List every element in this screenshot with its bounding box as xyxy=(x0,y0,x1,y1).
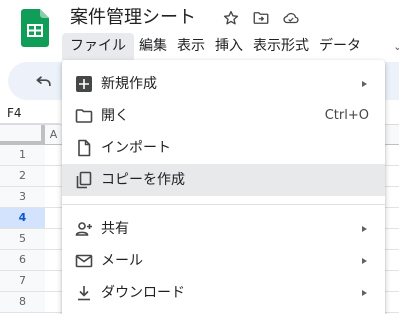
column-header[interactable] xyxy=(384,125,399,145)
undo-icon[interactable] xyxy=(34,71,54,91)
submenu-arrow-icon xyxy=(362,81,367,87)
file-icon xyxy=(78,139,91,157)
shortcut-label: Ctrl+O xyxy=(324,108,369,123)
menu-item-new[interactable]: 新規作成 xyxy=(62,68,385,100)
copy-icon xyxy=(76,171,92,189)
row-header-1[interactable]: 1 xyxy=(0,145,45,166)
row-header-2[interactable]: 2 xyxy=(0,166,45,187)
person-add-icon xyxy=(75,222,92,236)
menu-item-label: 新規作成 xyxy=(101,76,157,92)
star-icon[interactable] xyxy=(222,9,240,27)
move-to-folder-icon[interactable] xyxy=(252,9,270,27)
submenu-arrow-icon xyxy=(362,290,367,296)
row-headers: 1 2 3 4 5 6 7 8 xyxy=(0,145,45,313)
new-spreadsheet-icon xyxy=(76,76,92,92)
row-header-5[interactable]: 5 xyxy=(0,229,45,250)
submenu-arrow-icon xyxy=(362,258,367,264)
menu-item-open[interactable]: 開く Ctrl+O xyxy=(62,100,385,132)
menu-item-download[interactable]: ダウンロード xyxy=(62,277,385,309)
menu-view[interactable]: 表示 xyxy=(172,33,210,60)
menu-item-email[interactable]: メール xyxy=(62,245,385,277)
row-header-3[interactable]: 3 xyxy=(0,187,45,208)
menu-item-label: 開く xyxy=(101,108,129,124)
menu-item-label: メール xyxy=(101,253,143,269)
menu-data[interactable]: データ xyxy=(314,33,366,60)
menu-item-make-copy[interactable]: コピーを作成 xyxy=(62,164,385,196)
column-header-a[interactable]: A xyxy=(45,125,63,145)
menu-item-label: ダウンロード xyxy=(101,285,185,301)
folder-icon xyxy=(75,109,93,123)
menu-item-label: 共有 xyxy=(101,221,129,237)
sheets-logo[interactable] xyxy=(21,9,49,47)
overflow-edge: ⌄ xyxy=(393,40,399,53)
menu-item-label: インポート xyxy=(101,140,171,156)
menu-edit[interactable]: 編集 xyxy=(134,33,172,60)
row-header-6[interactable]: 6 xyxy=(0,250,45,271)
menu-bar: ファイル 編集 表示 挿入 表示形式 データ xyxy=(62,33,366,60)
row-header-8[interactable]: 8 xyxy=(0,292,45,313)
menu-insert[interactable]: 挿入 xyxy=(210,33,248,60)
cloud-status-icon[interactable] xyxy=(282,9,300,27)
file-menu-dropdown: 新規作成 開く Ctrl+O インポート コピーを作成 共有 メール ダウンロー… xyxy=(62,60,385,314)
submenu-arrow-icon xyxy=(362,226,367,232)
row-header-4[interactable]: 4 xyxy=(0,208,45,229)
menu-item-label: コピーを作成 xyxy=(101,172,185,188)
name-box[interactable]: F4 xyxy=(0,102,60,124)
select-all-corner[interactable] xyxy=(0,125,45,145)
menu-format[interactable]: 表示形式 xyxy=(248,33,314,60)
row-header-7[interactable]: 7 xyxy=(0,271,45,292)
document-title[interactable]: 案件管理シート xyxy=(70,6,196,30)
mail-icon xyxy=(75,254,93,268)
menu-item-share[interactable]: 共有 xyxy=(62,213,385,245)
menu-item-import[interactable]: インポート xyxy=(62,132,385,164)
menu-divider xyxy=(62,204,385,205)
download-icon xyxy=(78,286,90,301)
menu-file[interactable]: ファイル xyxy=(62,33,134,60)
